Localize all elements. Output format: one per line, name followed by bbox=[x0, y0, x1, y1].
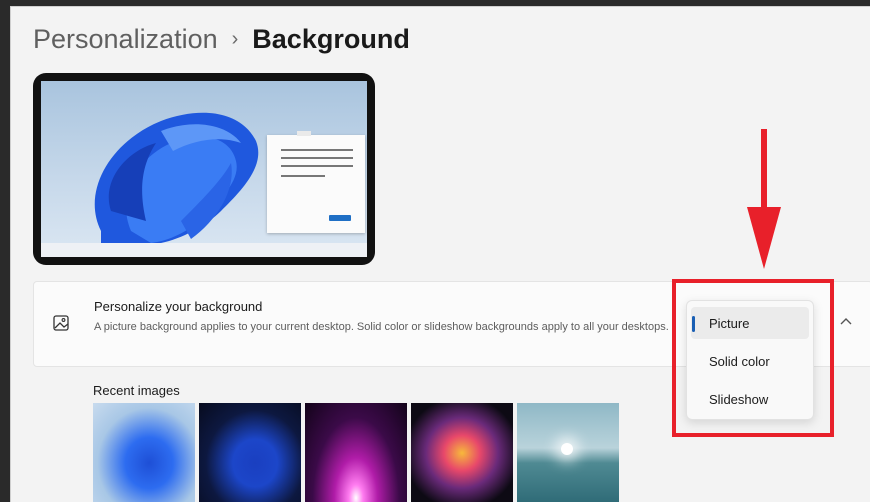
preview-text-line bbox=[281, 157, 353, 159]
setting-title: Personalize your background bbox=[94, 299, 263, 314]
setting-description: A picture background applies to your cur… bbox=[94, 321, 669, 333]
page-title: Background bbox=[252, 23, 410, 54]
red-arrow-annotation bbox=[747, 129, 781, 269]
recent-image-ribbon[interactable] bbox=[411, 403, 513, 502]
preview-window-tab bbox=[297, 131, 311, 136]
recent-images-label: Recent images bbox=[93, 383, 180, 398]
recent-images-list bbox=[93, 403, 619, 502]
recent-image-lake[interactable] bbox=[517, 403, 619, 502]
preview-button bbox=[329, 215, 351, 221]
breadcrumb: Personalization › Background bbox=[33, 17, 410, 61]
preview-text-line bbox=[281, 175, 325, 177]
sun-glow bbox=[561, 443, 573, 455]
preview-wallpaper bbox=[41, 81, 367, 243]
preview-text-line bbox=[281, 165, 353, 167]
preview-text-line bbox=[281, 149, 353, 151]
recent-image-bloom-dark[interactable] bbox=[199, 403, 301, 502]
recent-image-glow[interactable] bbox=[305, 403, 407, 502]
desktop-preview bbox=[33, 73, 375, 265]
red-highlight-box bbox=[672, 279, 834, 437]
breadcrumb-personalization[interactable]: Personalization bbox=[33, 24, 218, 55]
picture-icon bbox=[53, 315, 69, 331]
chevron-up-icon[interactable] bbox=[838, 314, 854, 330]
recent-image-bloom-light[interactable] bbox=[93, 403, 195, 502]
preview-taskbar bbox=[41, 243, 367, 257]
preview-app-window bbox=[267, 131, 365, 233]
breadcrumb-chevron-icon: › bbox=[231, 27, 239, 50]
